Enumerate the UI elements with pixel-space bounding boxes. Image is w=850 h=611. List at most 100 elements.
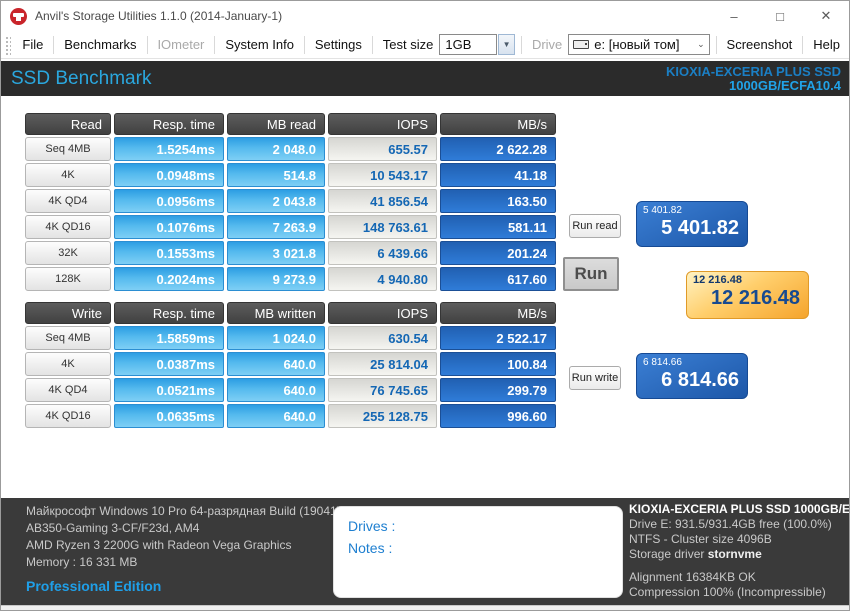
table-row: 4K QD40.0956ms2 043.841 856.54163.50: [25, 189, 556, 213]
menu-help[interactable]: Help: [804, 34, 849, 56]
row-label-button[interactable]: 4K: [25, 163, 111, 187]
menu-system-info[interactable]: System Info: [216, 34, 303, 56]
compression-info: Compression 100% (Incompressible): [629, 585, 850, 600]
mbs-cell: 2 522.17: [440, 326, 556, 350]
table-header-row: ReadResp. timeMB readIOPSMB/s: [25, 113, 556, 135]
column-header: MB written: [227, 302, 325, 324]
run-read-button[interactable]: Run read: [569, 214, 621, 238]
chevron-down-icon: ⌄: [697, 39, 705, 50]
row-label-button[interactable]: 4K QD16: [25, 215, 111, 239]
notes-panel[interactable]: Drives : Notes :: [333, 506, 623, 598]
device-name-line2: 1000GB/ECFA10.4: [666, 79, 841, 93]
resp-time-cell: 0.0956ms: [114, 189, 224, 213]
maximize-button[interactable]: □: [757, 1, 803, 31]
mb-cell: 640.0: [227, 352, 325, 376]
menu-separator: [716, 36, 717, 54]
spacer: [629, 562, 850, 570]
test-size-label: Test size: [374, 37, 440, 52]
resp-time-cell: 0.0635ms: [114, 404, 224, 428]
write-results-table: WriteResp. timeMB writtenIOPSMB/sSeq 4MB…: [25, 302, 556, 430]
mbs-cell: 201.24: [440, 241, 556, 265]
menu-separator: [147, 36, 148, 54]
test-size-input[interactable]: 1GB: [439, 34, 497, 55]
menu-separator: [521, 36, 522, 54]
menu-bar: File Benchmarks IOmeter System Info Sett…: [1, 31, 849, 59]
drive-select[interactable]: e: [новый том] ⌄: [568, 34, 709, 55]
table-row: 32K0.1553ms3 021.86 439.66201.24: [25, 241, 556, 265]
close-button[interactable]: ✕: [803, 1, 849, 31]
mb-cell: 2 048.0: [227, 137, 325, 161]
system-info-block: Майкрософт Windows 10 Pro 64-разрядная B…: [26, 503, 341, 595]
table-row: 4K0.0387ms640.025 814.04100.84: [25, 352, 556, 376]
table-row: 4K QD40.0521ms640.076 745.65299.79: [25, 378, 556, 402]
app-window: Anvil's Storage Utilities 1.1.0 (2014-Ja…: [0, 0, 850, 611]
row-label-button[interactable]: Seq 4MB: [25, 137, 111, 161]
mbs-cell: 41.18: [440, 163, 556, 187]
resp-time-cell: 1.5254ms: [114, 137, 224, 161]
status-footer: Майкрософт Windows 10 Pro 64-разрядная B…: [1, 498, 849, 605]
test-size-dropdown-button[interactable]: ▼: [498, 34, 515, 55]
edition-link[interactable]: Professional Edition: [26, 578, 341, 595]
menu-iometer: IOmeter: [148, 34, 213, 56]
table-row: 128K0.2024ms9 273.94 940.80617.60: [25, 267, 556, 291]
row-label-button[interactable]: 128K: [25, 267, 111, 291]
mb-cell: 9 273.9: [227, 267, 325, 291]
iops-cell: 4 940.80: [328, 267, 437, 291]
row-label-button[interactable]: 32K: [25, 241, 111, 265]
mbs-cell: 996.60: [440, 404, 556, 428]
menu-separator: [53, 36, 54, 54]
drives-label: Drives :: [348, 515, 608, 537]
app-icon: [10, 8, 27, 25]
column-header: IOPS: [328, 113, 437, 135]
storage-driver-value: stornvme: [708, 547, 762, 561]
drive-info-title: KIOXIA-EXCERIA PLUS SSD 1000GB/ECF: [629, 502, 850, 517]
toolbar-grip-icon: [4, 35, 11, 55]
read-results-table: ReadResp. timeMB readIOPSMB/sSeq 4MB1.52…: [25, 113, 556, 293]
notes-label: Notes :: [348, 537, 608, 559]
menu-file[interactable]: File: [13, 34, 52, 56]
total-score-value: 12 216.48: [693, 286, 800, 310]
iops-cell: 25 814.04: [328, 352, 437, 376]
table-row: Seq 4MB1.5859ms1 024.0630.542 522.17: [25, 326, 556, 350]
menu-benchmarks[interactable]: Benchmarks: [55, 34, 145, 56]
menu-separator: [214, 36, 215, 54]
drive-info-block: KIOXIA-EXCERIA PLUS SSD 1000GB/ECF Drive…: [629, 502, 850, 600]
column-header: IOPS: [328, 302, 437, 324]
iops-cell: 10 543.17: [328, 163, 437, 187]
read-score-box: 5 401.82 5 401.82: [636, 201, 748, 247]
row-label-button[interactable]: 4K QD16: [25, 404, 111, 428]
total-score-small: 12 216.48: [693, 275, 800, 286]
iops-cell: 148 763.61: [328, 215, 437, 239]
row-label-button[interactable]: Seq 4MB: [25, 326, 111, 350]
mbs-cell: 163.50: [440, 189, 556, 213]
menu-separator: [304, 36, 305, 54]
read-score-value: 5 401.82: [643, 216, 739, 240]
menu-settings[interactable]: Settings: [306, 34, 371, 56]
os-info: Майкрософт Windows 10 Pro 64-разрядная B…: [26, 503, 341, 520]
table-row: 4K QD160.0635ms640.0255 128.75996.60: [25, 404, 556, 428]
resp-time-cell: 0.1076ms: [114, 215, 224, 239]
write-score-value: 6 814.66: [643, 368, 739, 392]
resp-time-cell: 0.0948ms: [114, 163, 224, 187]
run-button[interactable]: Run: [563, 257, 619, 291]
mb-cell: 640.0: [227, 404, 325, 428]
row-label-button[interactable]: 4K QD4: [25, 378, 111, 402]
storage-driver-line: Storage driver stornvme: [629, 547, 850, 562]
table-row: Seq 4MB1.5254ms2 048.0655.572 622.28: [25, 137, 556, 161]
run-write-button[interactable]: Run write: [569, 366, 621, 390]
menu-screenshot[interactable]: Screenshot: [718, 34, 802, 56]
minimize-button[interactable]: –: [711, 1, 757, 31]
mbs-cell: 299.79: [440, 378, 556, 402]
menu-separator: [802, 36, 803, 54]
mb-cell: 2 043.8: [227, 189, 325, 213]
main-content: ReadResp. timeMB readIOPSMB/sSeq 4MB1.52…: [1, 96, 849, 498]
row-label-button[interactable]: 4K QD4: [25, 189, 111, 213]
iops-cell: 6 439.66: [328, 241, 437, 265]
row-label-button[interactable]: 4K: [25, 352, 111, 376]
write-score-box: 6 814.66 6 814.66: [636, 353, 748, 399]
alignment-info: Alignment 16384KB OK: [629, 570, 850, 585]
table-header-row: WriteResp. timeMB writtenIOPSMB/s: [25, 302, 556, 324]
read-score-small: 5 401.82: [643, 205, 739, 216]
table-row: 4K0.0948ms514.810 543.1741.18: [25, 163, 556, 187]
page-title: SSD Benchmark: [11, 68, 151, 90]
